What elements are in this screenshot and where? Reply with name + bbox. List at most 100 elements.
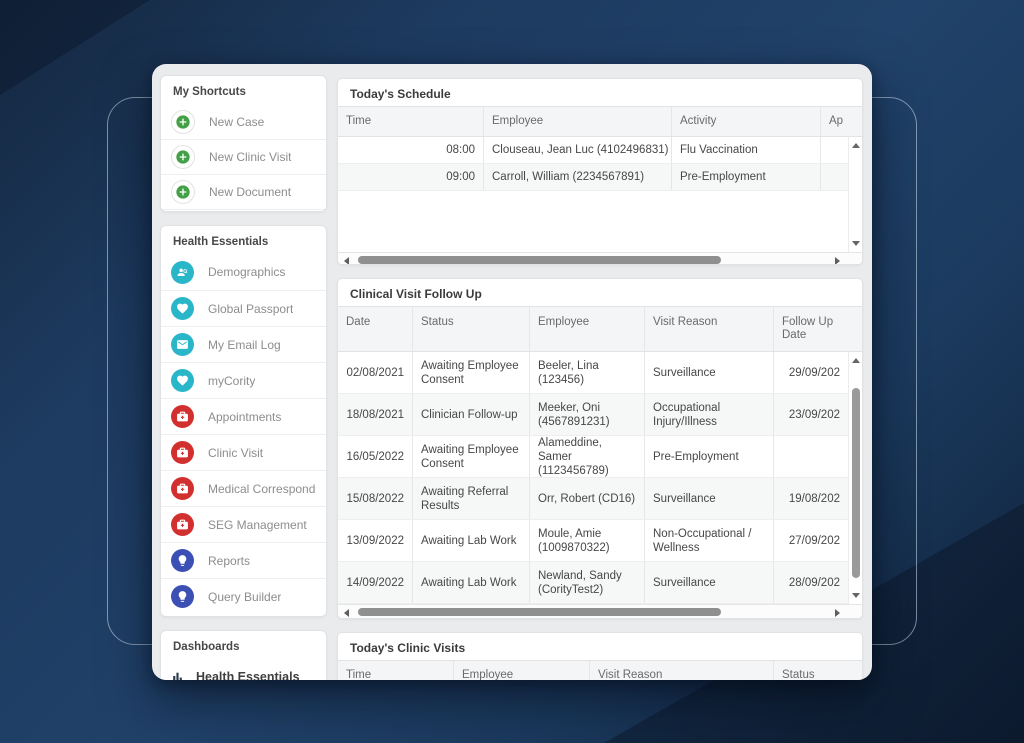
sidebar-item-label: Query Builder bbox=[208, 590, 281, 604]
table-row[interactable]: 16/05/2022 Awaiting Employee Consent Ala… bbox=[338, 436, 862, 478]
medical-bag-icon bbox=[171, 441, 194, 464]
cell-date: 13/09/2022 bbox=[338, 520, 413, 561]
sidebar-item-label: Clinic Visit bbox=[208, 446, 263, 460]
column-header-status[interactable]: Status bbox=[413, 307, 530, 351]
sidebar-item-label: SEG Management bbox=[208, 518, 307, 532]
column-header-employee[interactable]: Employee bbox=[484, 107, 672, 136]
sidebar-item-new-document[interactable]: New Document bbox=[161, 174, 326, 209]
cell-date: 02/08/2021 bbox=[338, 352, 413, 393]
sidebar-item-label: Demographics bbox=[208, 265, 285, 279]
sidebar-item-label: Health Essentials bbox=[196, 670, 300, 681]
sidebar-item-new-case[interactable]: New Case bbox=[161, 104, 326, 139]
cell-employee: Clouseau, Jean Luc (4102496831) bbox=[484, 137, 672, 163]
followup-table-header: Date Status Employee Visit Reason Follow… bbox=[338, 306, 862, 352]
todays-clinic-visits-title: Today's Clinic Visits bbox=[338, 633, 862, 660]
sidebar-item-dashboard-health-essentials[interactable]: Health Essentials bbox=[161, 659, 326, 680]
table-row[interactable]: 13/09/2022 Awaiting Lab Work Moule, Amie… bbox=[338, 520, 862, 562]
column-header-employee[interactable]: Employee bbox=[454, 661, 590, 680]
scrollbar-thumb[interactable] bbox=[358, 256, 721, 264]
add-circle-icon bbox=[171, 180, 195, 204]
cell-activity: Pre-Employment bbox=[672, 164, 821, 190]
schedule-table-body: 08:00 Clouseau, Jean Luc (4102496831) Fl… bbox=[338, 137, 862, 252]
sidebar-item-query-builder[interactable]: Query Builder bbox=[161, 578, 326, 614]
sidebar-item-mycority[interactable]: myCority bbox=[161, 362, 326, 398]
add-circle-icon bbox=[171, 145, 195, 169]
vertical-scrollbar[interactable] bbox=[848, 137, 862, 252]
schedule-table-header: Time Employee Activity Ap bbox=[338, 106, 862, 137]
scroll-right-icon[interactable] bbox=[835, 257, 840, 265]
column-header-time[interactable]: Time bbox=[338, 107, 484, 136]
scrollbar-thumb[interactable] bbox=[852, 388, 860, 578]
column-header-status[interactable]: Status bbox=[774, 661, 862, 680]
column-header-visit-reason[interactable]: Visit Reason bbox=[590, 661, 774, 680]
column-header-appointment[interactable]: Ap bbox=[821, 107, 862, 136]
envelope-icon bbox=[171, 333, 194, 356]
table-row[interactable]: 09:00 Carroll, William (2234567891) Pre-… bbox=[338, 164, 862, 191]
table-row[interactable]: 18/08/2021 Clinician Follow-up Meeker, O… bbox=[338, 394, 862, 436]
cell-date: 15/08/2022 bbox=[338, 478, 413, 519]
sidebar-item-label: My Email Log bbox=[208, 338, 281, 352]
sidebar-item-my-email-log[interactable]: My Email Log bbox=[161, 326, 326, 362]
table-row[interactable]: 02/08/2021 Awaiting Employee Consent Bee… bbox=[338, 352, 862, 394]
cell-employee: Beeler, Lina (123456) bbox=[530, 352, 645, 393]
scroll-up-icon[interactable] bbox=[852, 358, 860, 363]
column-header-date[interactable]: Date bbox=[338, 307, 413, 351]
sidebar-item-label: New Clinic Visit bbox=[209, 150, 291, 164]
card-footer bbox=[161, 209, 326, 212]
person-search-icon bbox=[171, 261, 194, 284]
cell-visit-reason: Surveillance bbox=[645, 352, 774, 393]
sidebar-item-appointments[interactable]: Appointments bbox=[161, 398, 326, 434]
sidebar-item-label: myCority bbox=[208, 374, 255, 388]
sidebar-item-demographics[interactable]: Demographics bbox=[161, 254, 326, 290]
sidebar-item-global-passport[interactable]: Global Passport bbox=[161, 290, 326, 326]
scroll-right-icon[interactable] bbox=[835, 609, 840, 617]
clinic-visits-table-header: Time Employee Visit Reason Status bbox=[338, 660, 862, 680]
lightbulb-icon bbox=[171, 585, 194, 608]
sidebar-item-label: Appointments bbox=[208, 410, 281, 424]
empty-rows-area bbox=[338, 191, 862, 252]
sidebar-item-new-clinic-visit[interactable]: New Clinic Visit bbox=[161, 139, 326, 174]
sidebar-item-reports[interactable]: Reports bbox=[161, 542, 326, 578]
clinical-visit-follow-up-card: Clinical Visit Follow Up Date Status Emp… bbox=[337, 278, 863, 619]
sidebar-item-label: New Document bbox=[209, 185, 291, 199]
column-header-activity[interactable]: Activity bbox=[672, 107, 821, 136]
cell-status: Awaiting Referral Results bbox=[413, 478, 530, 519]
column-header-employee[interactable]: Employee bbox=[530, 307, 645, 351]
cell-employee: Carroll, William (2234567891) bbox=[484, 164, 672, 190]
sidebar-item-medical-correspondence[interactable]: Medical Correspondence bbox=[161, 470, 326, 506]
cell-date: 14/09/2022 bbox=[338, 562, 413, 603]
heart-icon bbox=[171, 297, 194, 320]
scroll-down-icon[interactable] bbox=[852, 593, 860, 598]
scroll-left-icon[interactable] bbox=[344, 609, 349, 617]
table-row[interactable]: 08:00 Clouseau, Jean Luc (4102496831) Fl… bbox=[338, 137, 862, 164]
dashboards-card: Dashboards Health Essentials bbox=[160, 630, 327, 680]
medical-bag-icon bbox=[171, 513, 194, 536]
scroll-down-icon[interactable] bbox=[852, 241, 860, 246]
heart-icon bbox=[171, 369, 194, 392]
scrollbar-thumb[interactable] bbox=[358, 608, 721, 616]
dashboards-title: Dashboards bbox=[161, 631, 326, 659]
cell-time: 08:00 bbox=[338, 137, 484, 163]
column-header-visit-reason[interactable]: Visit Reason bbox=[645, 307, 774, 351]
scroll-left-icon[interactable] bbox=[344, 257, 349, 265]
todays-clinic-visits-card: Today's Clinic Visits Time Employee Visi… bbox=[337, 632, 863, 680]
column-header-time[interactable]: Time bbox=[338, 661, 454, 680]
bar-chart-icon bbox=[171, 670, 184, 680]
cell-employee: Alameddine, Samer (1123456789) bbox=[530, 436, 645, 477]
cell-employee: Meeker, Oni (4567891231) bbox=[530, 394, 645, 435]
table-row[interactable]: 14/09/2022 Awaiting Lab Work Newland, Sa… bbox=[338, 562, 862, 604]
cell-follow-up-date: 19/08/202 bbox=[774, 478, 848, 519]
horizontal-scrollbar[interactable] bbox=[338, 604, 862, 619]
clinical-visit-follow-up-title: Clinical Visit Follow Up bbox=[338, 279, 862, 306]
vertical-scrollbar[interactable] bbox=[848, 352, 862, 604]
horizontal-scrollbar[interactable] bbox=[338, 252, 862, 265]
cell-follow-up-date: 28/09/202 bbox=[774, 562, 848, 603]
cell-visit-reason: Surveillance bbox=[645, 478, 774, 519]
column-header-follow-up-date[interactable]: Follow Up Date bbox=[774, 307, 848, 351]
cell-follow-up-date: 27/09/202 bbox=[774, 520, 848, 561]
table-row[interactable]: 15/08/2022 Awaiting Referral Results Orr… bbox=[338, 478, 862, 520]
sidebar-item-clinic-visit[interactable]: Clinic Visit bbox=[161, 434, 326, 470]
scroll-up-icon[interactable] bbox=[852, 143, 860, 148]
cell-status: Awaiting Lab Work bbox=[413, 562, 530, 603]
sidebar-item-seg-management[interactable]: SEG Management bbox=[161, 506, 326, 542]
